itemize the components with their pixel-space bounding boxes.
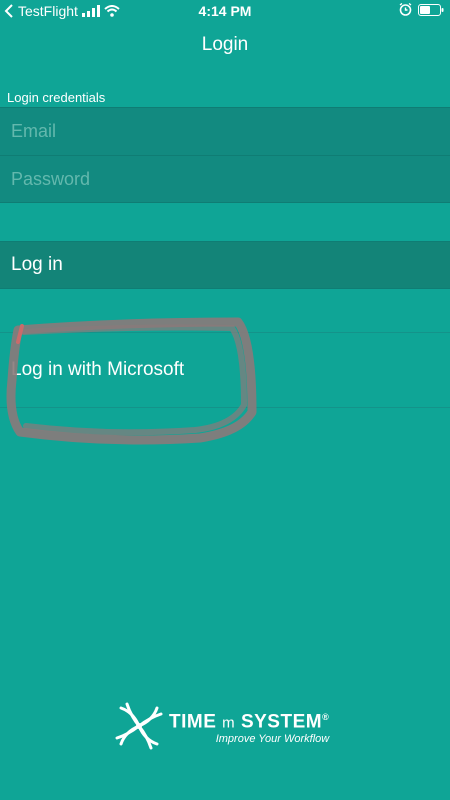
status-right	[399, 3, 444, 16]
alarm-icon	[399, 3, 412, 16]
microsoft-login-button-label: Log in with Microsoft	[11, 359, 185, 380]
microsoft-login-button[interactable]: Log in with Microsoft	[0, 332, 450, 408]
login-screen: TestFlight 4:14 PM Login Login credentia…	[0, 0, 450, 800]
logo-text: TIME m SYSTEM® Improve Your Workflow	[169, 707, 330, 746]
password-field[interactable]	[0, 156, 450, 202]
email-field-row	[0, 107, 450, 155]
logo-tagline: Improve Your Workflow	[215, 733, 330, 746]
logo-brand: TIME m SYSTEM®	[169, 711, 330, 733]
status-bar: TestFlight 4:14 PM	[0, 0, 450, 24]
page-title: Login	[201, 34, 249, 55]
email-field[interactable]	[0, 108, 450, 155]
time-m-system-logo: TIME m SYSTEM® Improve Your Workflow	[113, 700, 329, 752]
battery-icon	[418, 3, 444, 16]
status-time: 4:14 PM	[198, 3, 252, 19]
section-label-credentials: Login credentials	[7, 90, 106, 105]
login-button-label: Log in	[11, 254, 63, 275]
login-button[interactable]: Log in	[0, 241, 450, 289]
password-field-row	[0, 155, 450, 203]
pinwheel-logo-icon	[113, 700, 165, 752]
